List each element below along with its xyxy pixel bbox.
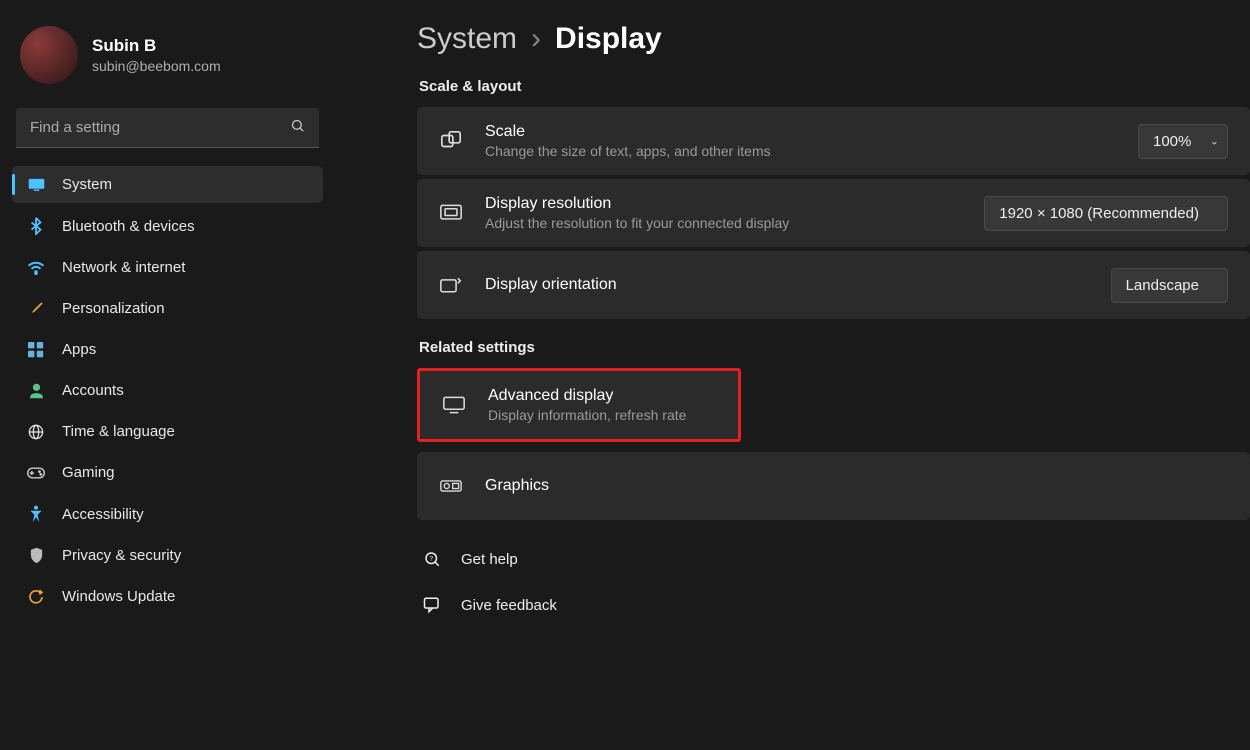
sidebar-item-accessibility[interactable]: Accessibility bbox=[12, 495, 323, 533]
setting-title: Graphics bbox=[485, 477, 1228, 495]
sidebar-item-label: Accounts bbox=[62, 382, 124, 399]
sidebar-item-label: System bbox=[62, 176, 112, 193]
graphics-icon bbox=[439, 478, 463, 494]
person-icon bbox=[26, 383, 46, 399]
setting-advanced-display[interactable]: Advanced display Display information, re… bbox=[417, 368, 741, 442]
sidebar-item-system[interactable]: System bbox=[12, 166, 323, 203]
setting-title: Advanced display bbox=[488, 387, 716, 405]
card-body: Advanced display Display information, re… bbox=[488, 387, 716, 423]
sidebar-item-gaming[interactable]: Gaming bbox=[12, 454, 323, 491]
sidebar-item-label: Bluetooth & devices bbox=[62, 218, 195, 235]
sidebar-item-update[interactable]: Windows Update bbox=[12, 578, 323, 615]
section-related-title: Related settings bbox=[419, 339, 1250, 356]
sidebar-item-label: Accessibility bbox=[62, 506, 144, 523]
setting-orientation[interactable]: Display orientation Landscape bbox=[417, 251, 1250, 319]
svg-text:?: ? bbox=[429, 556, 433, 563]
setting-title: Display orientation bbox=[485, 276, 1089, 294]
setting-sub: Adjust the resolution to fit your connec… bbox=[485, 215, 962, 231]
scale-dropdown[interactable]: 100% ⌄ bbox=[1138, 124, 1228, 159]
dropdown-value: 1920 × 1080 (Recommended) bbox=[999, 205, 1199, 222]
setting-sub: Change the size of text, apps, and other… bbox=[485, 143, 1116, 159]
card-body: Scale Change the size of text, apps, and… bbox=[485, 123, 1116, 159]
orientation-icon bbox=[439, 276, 463, 294]
feedback-icon bbox=[421, 596, 443, 614]
setting-title: Display resolution bbox=[485, 195, 962, 213]
give-feedback-link[interactable]: Give feedback bbox=[417, 586, 1250, 624]
search-wrap bbox=[16, 108, 319, 148]
sidebar-item-accounts[interactable]: Accounts bbox=[12, 372, 323, 409]
sidebar-item-time-language[interactable]: Time & language bbox=[12, 413, 323, 450]
search-input[interactable] bbox=[16, 108, 319, 148]
dropdown-value: Landscape bbox=[1126, 277, 1199, 294]
setting-title: Scale bbox=[485, 123, 1116, 141]
breadcrumb: System › Display bbox=[417, 22, 1250, 56]
sidebar-item-network[interactable]: Network & internet bbox=[12, 249, 323, 286]
sidebar-item-label: Privacy & security bbox=[62, 547, 181, 564]
link-label: Get help bbox=[461, 551, 518, 568]
setting-resolution[interactable]: Display resolution Adjust the resolution… bbox=[417, 179, 1250, 247]
nav: System Bluetooth & devices Network & int… bbox=[12, 166, 323, 615]
user-name: Subin B bbox=[92, 36, 221, 56]
chevron-right-icon: › bbox=[531, 22, 541, 56]
dropdown-value: 100% bbox=[1153, 133, 1191, 150]
accessibility-icon bbox=[26, 505, 46, 523]
sidebar: Subin B subin@beebom.com System Bluetoot… bbox=[0, 0, 335, 750]
link-label: Give feedback bbox=[461, 597, 557, 614]
help-icon: ? bbox=[421, 550, 443, 568]
user-email: subin@beebom.com bbox=[92, 58, 221, 74]
avatar bbox=[20, 26, 78, 84]
setting-graphics[interactable]: Graphics bbox=[417, 452, 1250, 520]
sidebar-item-apps[interactable]: Apps bbox=[12, 331, 323, 368]
page-title: Display bbox=[555, 22, 662, 56]
sidebar-item-label: Time & language bbox=[62, 423, 175, 440]
wifi-icon bbox=[26, 261, 46, 275]
search-icon bbox=[290, 118, 305, 138]
breadcrumb-parent[interactable]: System bbox=[417, 22, 517, 56]
resolution-icon bbox=[439, 204, 463, 222]
sidebar-item-label: Network & internet bbox=[62, 259, 185, 276]
sidebar-item-label: Apps bbox=[62, 341, 96, 358]
sidebar-item-bluetooth[interactable]: Bluetooth & devices bbox=[12, 207, 323, 245]
monitor-icon bbox=[26, 178, 46, 191]
orientation-dropdown[interactable]: Landscape bbox=[1111, 268, 1228, 303]
sidebar-item-label: Personalization bbox=[62, 300, 165, 317]
sidebar-item-personalization[interactable]: Personalization bbox=[12, 290, 323, 327]
resolution-dropdown[interactable]: 1920 × 1080 (Recommended) bbox=[984, 196, 1228, 231]
section-scale-layout-title: Scale & layout bbox=[419, 78, 1250, 95]
sidebar-item-label: Gaming bbox=[62, 464, 115, 481]
brush-icon bbox=[26, 301, 46, 317]
user-info: Subin B subin@beebom.com bbox=[92, 36, 221, 74]
bluetooth-icon bbox=[26, 217, 46, 235]
monitor-icon bbox=[442, 396, 466, 414]
setting-sub: Display information, refresh rate bbox=[488, 407, 716, 423]
scale-icon bbox=[439, 130, 463, 152]
apps-icon bbox=[26, 342, 46, 358]
update-icon bbox=[26, 589, 46, 605]
sidebar-item-label: Windows Update bbox=[62, 588, 175, 605]
card-body: Display orientation bbox=[485, 276, 1089, 294]
card-body: Display resolution Adjust the resolution… bbox=[485, 195, 962, 231]
setting-scale[interactable]: Scale Change the size of text, apps, and… bbox=[417, 107, 1250, 175]
get-help-link[interactable]: ? Get help bbox=[417, 540, 1250, 578]
shield-icon bbox=[26, 547, 46, 564]
chevron-down-icon: ⌄ bbox=[1210, 135, 1219, 148]
gamepad-icon bbox=[26, 467, 46, 479]
user-header[interactable]: Subin B subin@beebom.com bbox=[12, 18, 323, 102]
card-body: Graphics bbox=[485, 477, 1228, 495]
sidebar-item-privacy[interactable]: Privacy & security bbox=[12, 537, 323, 574]
globe-icon bbox=[26, 424, 46, 440]
main: System › Display Scale & layout Scale Ch… bbox=[335, 0, 1250, 750]
